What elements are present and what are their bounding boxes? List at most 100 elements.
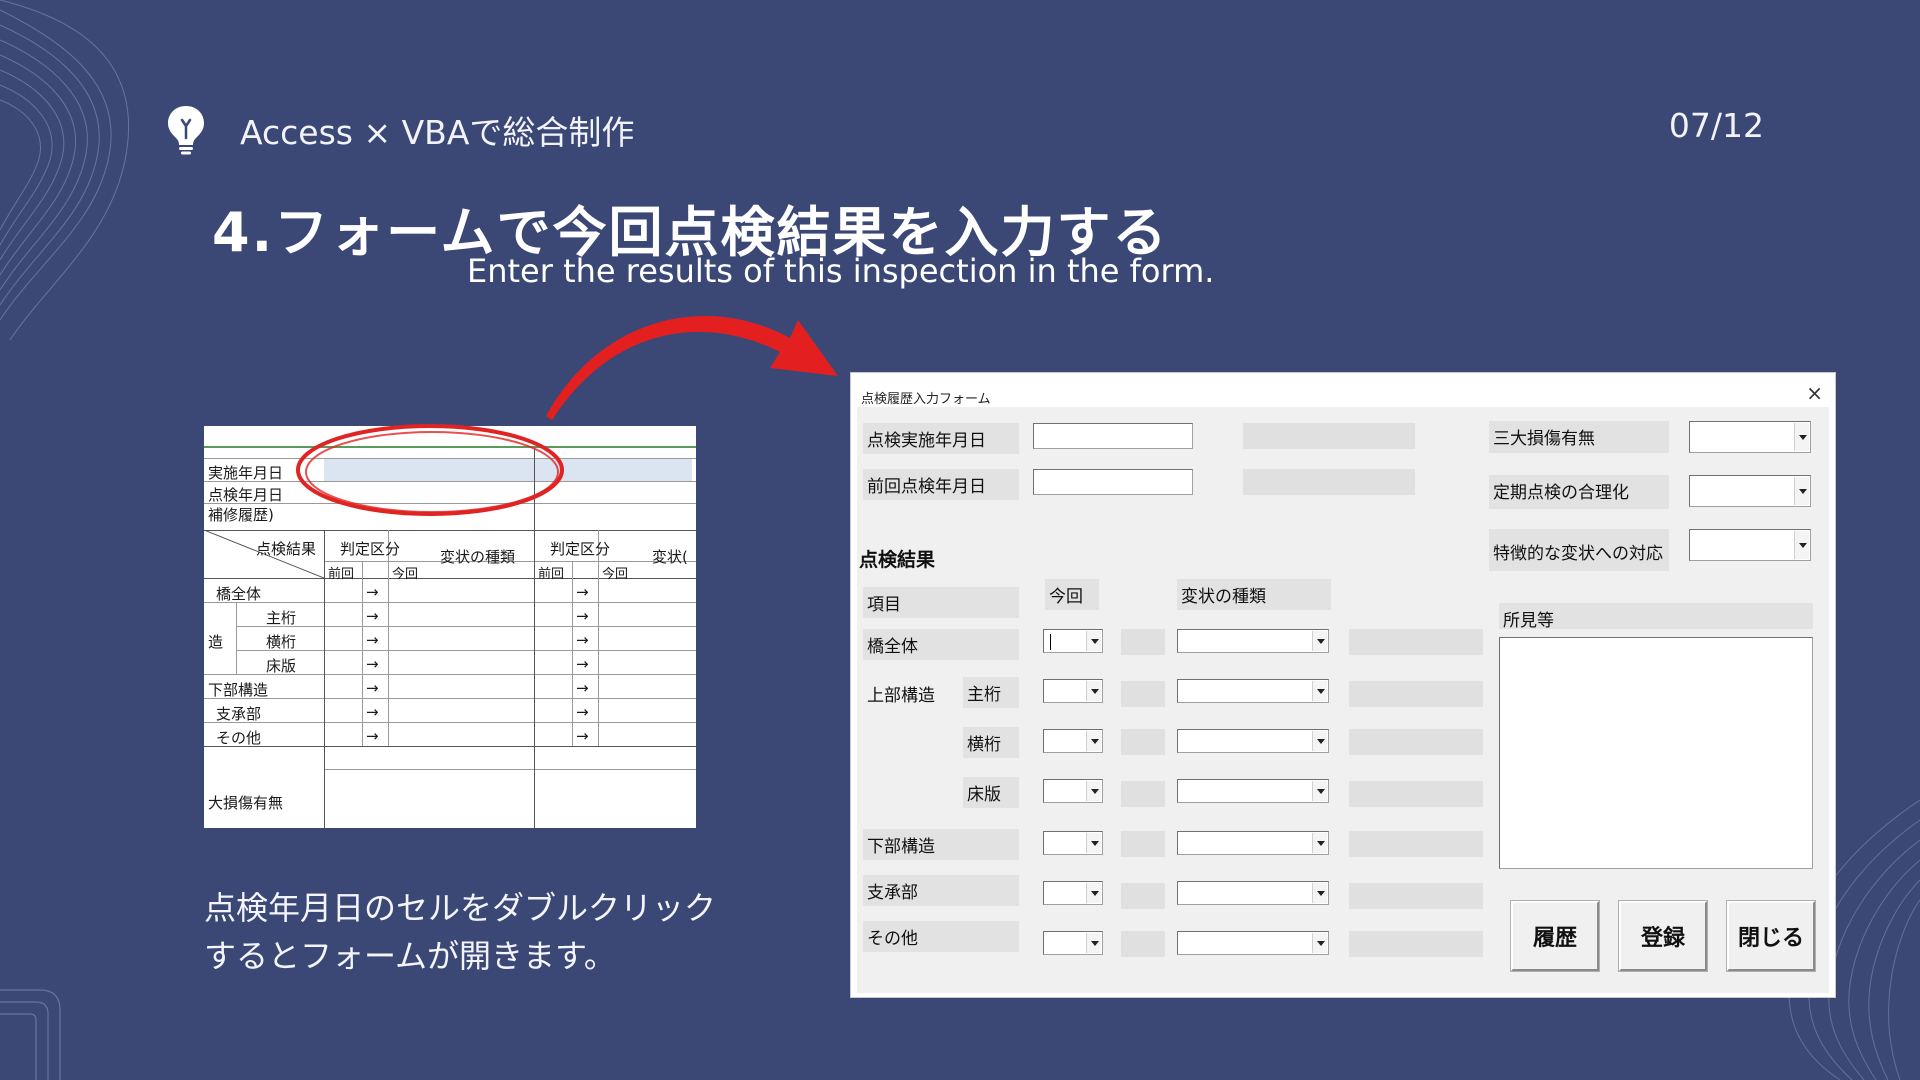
sheet-item-bearing: 支承部 (216, 705, 262, 723)
type-select-cross-girder[interactable] (1177, 729, 1329, 753)
findings-textarea[interactable] (1499, 637, 1813, 869)
chevron-down-icon[interactable] (1794, 423, 1809, 451)
inspection-history-form: 点検履歴入力フォーム × 点検実施年月日 前回点検年月日 点検結果 項目 今回 … (850, 372, 1836, 998)
periodic-rationalization-select[interactable] (1689, 475, 1811, 507)
chevron-down-icon[interactable] (1794, 531, 1809, 559)
periodic-rationalization-label: 定期点検の合理化 (1489, 475, 1669, 509)
type-select-bearing[interactable] (1177, 881, 1329, 905)
date-current-field[interactable] (1033, 423, 1193, 449)
characteristic-response-label: 特徴的な変状への対応 (1489, 529, 1669, 571)
sheet-header-judgement-2: 判定区分 (550, 540, 611, 558)
sheet-header-curr-2: 今回 (602, 567, 629, 582)
type-select-deck[interactable] (1177, 779, 1329, 803)
sheet-header-prev-1: 前回 (328, 567, 355, 582)
row-label-substructure: 下部構造 (863, 829, 1019, 860)
chevron-down-icon[interactable] (1086, 781, 1101, 801)
current-select-bridge[interactable] (1043, 629, 1103, 653)
type-display-bearing (1349, 883, 1483, 909)
sheet-structure-label: 造 (208, 633, 224, 651)
group-label-superstructure: 上部構造 (867, 686, 935, 706)
sheet-header-curr-1: 今回 (392, 567, 419, 582)
text-caret (1050, 634, 1051, 650)
type-select-bridge[interactable] (1177, 629, 1329, 653)
chevron-down-icon[interactable] (1312, 681, 1327, 701)
highlighted-date-cell[interactable] (324, 459, 692, 481)
chevron-down-icon[interactable] (1086, 833, 1101, 853)
sheet-arrow: → (576, 607, 589, 625)
chevron-down-icon[interactable] (1312, 781, 1327, 801)
chevron-down-icon[interactable] (1086, 631, 1101, 651)
row-label-bridge: 橋全体 (863, 629, 1019, 660)
row-label-other: その他 (863, 921, 1019, 952)
characteristic-response-select[interactable] (1689, 529, 1811, 561)
row-label-main-girder: 主桁 (963, 677, 1019, 708)
register-button[interactable]: 登録 (1618, 900, 1708, 972)
row-label-cross-girder: 横桁 (963, 727, 1019, 758)
sheet-arrow: → (366, 607, 379, 625)
sheet-arrow: → (366, 631, 379, 649)
red-arrow (546, 315, 838, 420)
sheet-arrow: → (576, 727, 589, 745)
type-select-main-girder[interactable] (1177, 679, 1329, 703)
date-previous-display (1243, 469, 1415, 495)
sheet-arrow: → (366, 727, 379, 745)
type-display-substructure (1349, 831, 1483, 857)
type-display-bridge (1349, 629, 1483, 655)
current-display-bearing (1121, 883, 1165, 909)
type-display-cross-girder (1349, 729, 1483, 755)
decorative-contour-top-left (0, 0, 130, 340)
type-display-main-girder (1349, 681, 1483, 707)
sheet-arrow: → (576, 679, 589, 697)
chevron-down-icon[interactable] (1312, 631, 1327, 651)
sub-heading: Enter the results of this inspection in … (467, 252, 1215, 290)
column-current-label: 今回 (1045, 579, 1099, 610)
type-select-substructure[interactable] (1177, 831, 1329, 855)
type-select-other[interactable] (1177, 931, 1329, 955)
current-display-main-girder (1121, 681, 1165, 707)
current-display-bridge (1121, 629, 1165, 655)
current-select-other[interactable] (1043, 931, 1103, 955)
type-display-other (1349, 931, 1483, 957)
close-button[interactable]: 閉じる (1726, 900, 1816, 972)
column-item-label: 項目 (863, 587, 1019, 618)
form-titlebar[interactable]: 点検履歴入力フォーム × (851, 373, 1835, 407)
sheet-label-date: 実施年月日 (208, 464, 284, 482)
row-label-bearing: 支承部 (863, 875, 1019, 906)
sheet-arrow: → (366, 703, 379, 721)
chevron-down-icon[interactable] (1312, 833, 1327, 853)
chevron-down-icon[interactable] (1086, 681, 1101, 701)
sheet-item-bridge: 橋全体 (216, 585, 262, 603)
history-button[interactable]: 履歴 (1510, 900, 1600, 972)
chevron-down-icon[interactable] (1086, 933, 1101, 953)
findings-label: 所見等 (1499, 603, 1813, 631)
chevron-down-icon[interactable] (1086, 731, 1101, 751)
chevron-down-icon[interactable] (1794, 477, 1809, 505)
date-previous-label: 前回点検年月日 (863, 469, 1019, 500)
form-title: 点検履歴入力フォーム (861, 392, 991, 407)
chevron-down-icon[interactable] (1312, 731, 1327, 751)
current-select-cross-girder[interactable] (1043, 729, 1103, 753)
date-previous-field[interactable] (1033, 469, 1193, 495)
current-select-main-girder[interactable] (1043, 679, 1103, 703)
chevron-down-icon[interactable] (1312, 933, 1327, 953)
sheet-header-type: 変状の種類 (440, 548, 516, 566)
sheet-arrow: → (366, 583, 379, 601)
sheet-header-type-cut: 変状( (652, 548, 688, 566)
close-icon[interactable]: × (1806, 381, 1823, 405)
major-damage-select[interactable] (1689, 421, 1811, 453)
current-select-deck[interactable] (1043, 779, 1103, 803)
description-text: 点検年月日のセルをダブルクリックするとフォームが開きます。 (204, 889, 717, 975)
section-result-heading: 点検結果 (859, 549, 936, 571)
sheet-label-repair: 補修履歴) (208, 506, 274, 524)
major-damage-label: 三大損傷有無 (1489, 421, 1669, 453)
header-title: Access × VBAで総合制作 (240, 113, 635, 152)
current-display-other (1121, 931, 1165, 957)
chevron-down-icon[interactable] (1086, 883, 1101, 903)
lightbulb-icon (168, 106, 204, 155)
chevron-down-icon[interactable] (1312, 883, 1327, 903)
current-select-bearing[interactable] (1043, 881, 1103, 905)
excel-sheet-snippet: 実施年月日 点検年月日 補修履歴) 点検結果 判定区分 前回 今回 変状の種類 … (204, 426, 696, 828)
sheet-arrow: → (576, 655, 589, 673)
sheet-header-prev-2: 前回 (538, 567, 565, 582)
current-select-substructure[interactable] (1043, 831, 1103, 855)
